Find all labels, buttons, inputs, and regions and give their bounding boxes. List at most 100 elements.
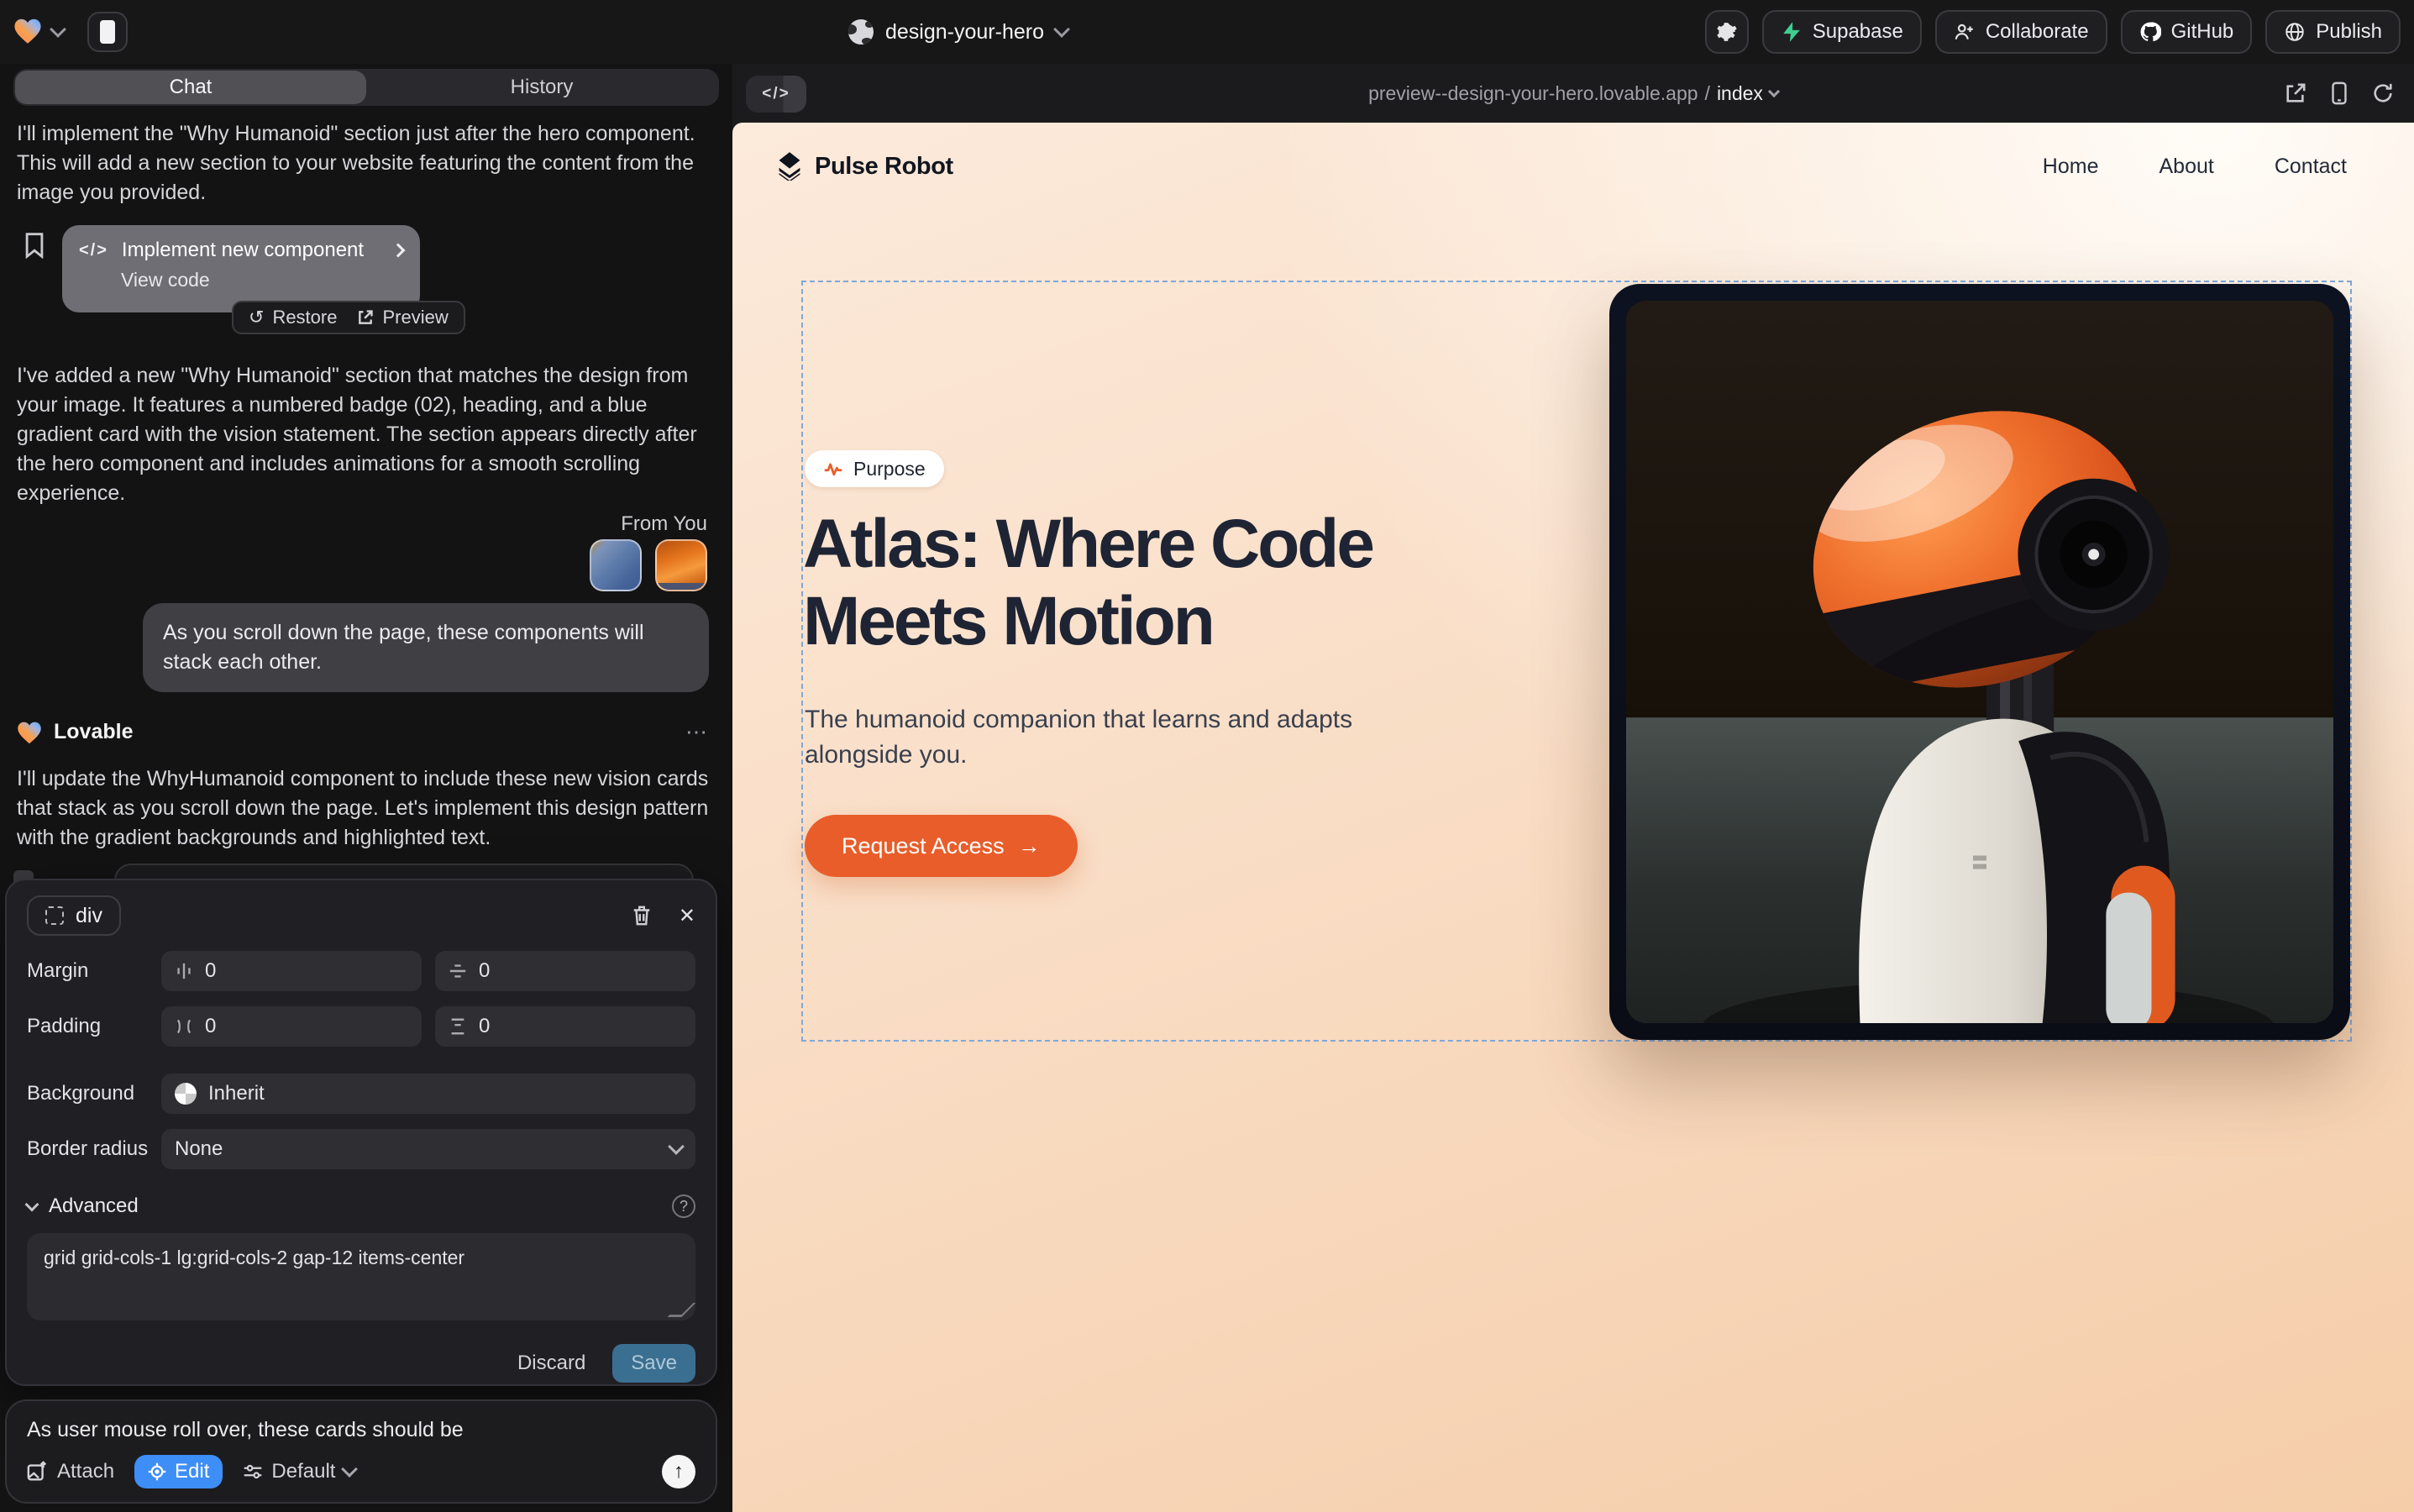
message-menu-button[interactable]: ⋯ (685, 719, 709, 745)
save-button[interactable]: Save (612, 1344, 695, 1383)
attachment-thumbnails (590, 539, 707, 591)
assistant-message-1: I'll implement the "Why Humanoid" sectio… (17, 119, 709, 207)
composer-draft-text[interactable]: As user mouse roll over, these cards sho… (27, 1418, 695, 1442)
preview-button[interactable]: Preview (357, 307, 448, 328)
nav-contact[interactable]: Contact (2275, 155, 2347, 179)
border-radius-select[interactable]: None (161, 1129, 695, 1169)
arrow-right-icon: → (1018, 833, 1041, 859)
supabase-icon (1781, 21, 1803, 43)
padding-x-icon (175, 1017, 193, 1036)
sidebar-icon (100, 20, 115, 44)
globe-icon (2284, 21, 2306, 43)
padding-y-icon (449, 1017, 467, 1036)
selected-element-pill[interactable]: div (27, 895, 121, 936)
site-brand[interactable]: Pulse Robot (776, 152, 953, 181)
nav-about[interactable]: About (2159, 155, 2213, 179)
mobile-view-icon[interactable] (2330, 81, 2348, 105)
chat-panel: Chat History I'll implement the "Why Hum… (0, 64, 732, 1512)
project-chevron-down-icon (1053, 21, 1070, 38)
logo-chevron-down-icon[interactable] (50, 21, 66, 38)
gear-icon (1716, 21, 1738, 43)
edit-mode-button[interactable]: Edit (134, 1455, 223, 1488)
lovable-heart-icon (17, 721, 42, 744)
from-you-label: From You (621, 512, 707, 536)
chevron-down-icon (1768, 86, 1780, 97)
transparency-swatch-icon (175, 1083, 197, 1105)
hero-heading: Atlas: Where Code Meets Motion (803, 506, 1372, 660)
site-nav: Home About Contact (2043, 155, 2347, 179)
preview-toolbar: </> preview--design-your-hero.lovable.ap… (732, 64, 2414, 123)
supabase-button[interactable]: Supabase (1762, 10, 1922, 54)
version-hover-actions: ↺ Restore Preview (232, 301, 465, 334)
padding-y-input[interactable]: 0 (435, 1006, 695, 1047)
request-access-button[interactable]: Request Access → (805, 815, 1078, 877)
close-icon[interactable]: ✕ (679, 904, 695, 928)
background-input[interactable]: Inherit (161, 1074, 695, 1114)
assistant-header: Lovable ⋯ (17, 719, 709, 745)
preview-page: index (1717, 82, 1763, 105)
restore-icon: ↺ (249, 307, 264, 328)
project-selector[interactable]: design-your-hero (848, 0, 1068, 64)
lovable-app-window: design-your-hero Supabase Collaborate (0, 0, 2414, 1512)
border-radius-row: Border radius None (27, 1129, 695, 1169)
chevron-down-icon (668, 1138, 685, 1155)
component-edit-card[interactable]: </> Implement new component View code (62, 225, 420, 312)
padding-x-input[interactable]: 0 (161, 1006, 422, 1047)
margin-x-input[interactable]: 0 (161, 951, 422, 991)
purpose-badge: Purpose (805, 450, 944, 487)
target-icon (148, 1462, 166, 1481)
code-icon: </> (79, 241, 108, 260)
background-row: Background Inherit (27, 1074, 695, 1114)
attach-button[interactable]: Attach (27, 1460, 114, 1483)
code-view-toggle[interactable]: </> (746, 76, 806, 113)
project-globe-icon (848, 19, 874, 45)
attachment-image-orange[interactable] (655, 539, 707, 591)
component-card-title: Implement new component (122, 239, 364, 262)
tab-chat[interactable]: Chat (15, 71, 366, 104)
nav-home[interactable]: Home (2043, 155, 2099, 179)
discard-button[interactable]: Discard (517, 1352, 585, 1375)
add-user-icon (1954, 21, 1976, 43)
sliders-icon (243, 1462, 263, 1482)
chat-composer[interactable]: As user mouse roll over, these cards sho… (5, 1399, 717, 1504)
github-button[interactable]: GitHub (2121, 10, 2253, 54)
refresh-icon[interactable] (2372, 82, 2394, 104)
chevron-down-icon (342, 1461, 359, 1478)
publish-button[interactable]: Publish (2265, 10, 2401, 54)
view-code-link[interactable]: View code (121, 269, 403, 291)
assistant-name: Lovable (54, 720, 133, 744)
tailwind-classes-input[interactable]: grid grid-cols-1 lg:grid-cols-2 gap-12 i… (27, 1233, 695, 1320)
github-icon (2139, 21, 2161, 43)
assistant-message-3: I'll update the WhyHumanoid component to… (17, 764, 709, 853)
pulse-robot-logo-icon (776, 152, 803, 181)
tab-history[interactable]: History (366, 71, 717, 104)
preview-url-bar[interactable]: preview--design-your-hero.lovable.app / … (732, 82, 2414, 105)
site-header: Pulse Robot Home About Contact (732, 123, 2414, 210)
settings-button[interactable] (1705, 10, 1749, 54)
help-icon[interactable]: ? (672, 1194, 695, 1218)
open-in-new-tab-icon[interactable] (2285, 82, 2306, 104)
advanced-section-header[interactable]: Advanced ? (27, 1194, 695, 1218)
margin-y-input[interactable]: 0 (435, 951, 695, 991)
robot-hero-image (1626, 301, 2333, 1023)
site-viewport: Pulse Robot Home About Contact Purpose A… (732, 123, 2414, 1512)
model-selector[interactable]: Default (243, 1460, 355, 1483)
send-button[interactable]: ↑ (662, 1455, 695, 1488)
bookmark-icon[interactable] (24, 232, 45, 259)
user-message-bubble: As you scroll down the page, these compo… (143, 603, 709, 692)
attachment-image-blue[interactable] (590, 539, 642, 591)
collaborate-button[interactable]: Collaborate (1935, 10, 2107, 54)
project-name: design-your-hero (885, 20, 1044, 45)
preview-url: preview--design-your-hero.lovable.app (1368, 82, 1698, 105)
chevron-right-icon (391, 244, 406, 258)
margin-x-icon (175, 962, 193, 980)
margin-y-icon (449, 962, 467, 980)
padding-row: Padding 0 0 (27, 1006, 695, 1047)
chevron-down-icon (25, 1198, 39, 1212)
hero-robot-card (1609, 284, 2350, 1040)
lovable-logo-icon[interactable] (13, 18, 42, 45)
restore-button[interactable]: ↺ Restore (249, 307, 337, 328)
margin-row: Margin 0 0 (27, 951, 695, 991)
trash-icon[interactable] (632, 905, 652, 927)
toggle-sidebar-button[interactable] (87, 12, 128, 52)
